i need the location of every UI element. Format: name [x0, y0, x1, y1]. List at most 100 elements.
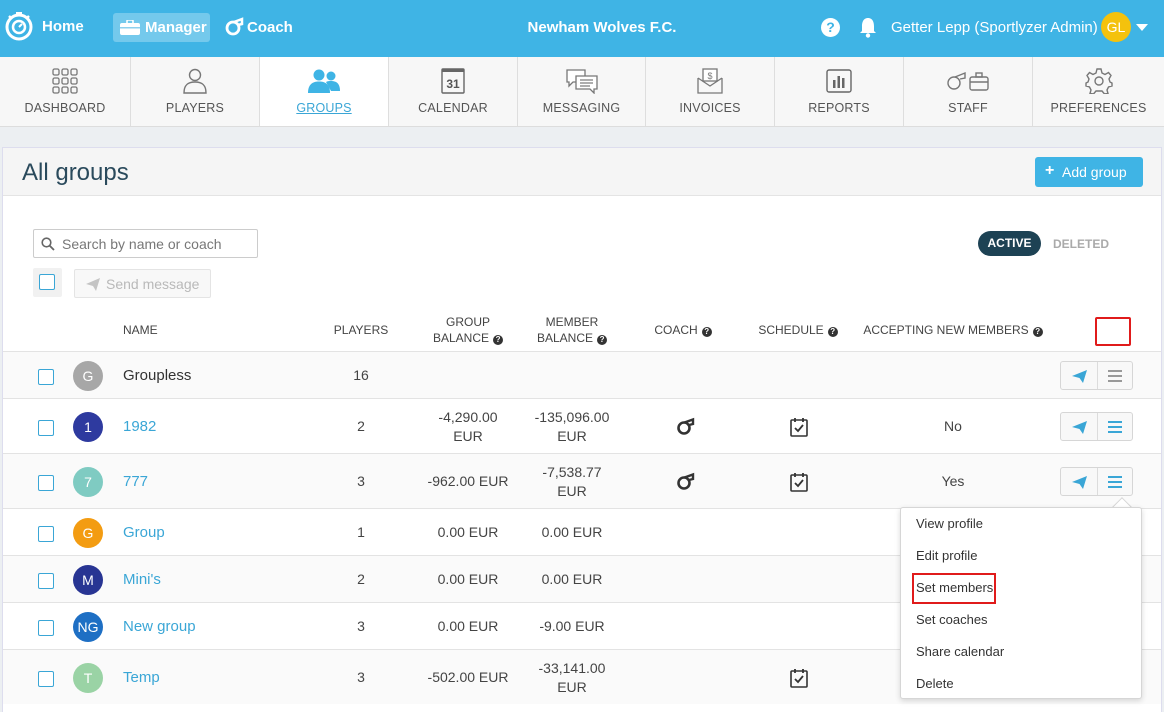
- member-balance-amount: -33,141.00: [538, 659, 606, 676]
- row-checkbox[interactable]: [38, 419, 54, 436]
- group-name-link: Groupless: [123, 366, 192, 384]
- group-balance: -962.00 EUR: [413, 472, 523, 491]
- help-icon[interactable]: ?: [827, 327, 838, 337]
- send-message-icon[interactable]: [1072, 475, 1087, 489]
- svg-text:31: 31: [446, 77, 460, 91]
- row-checkbox[interactable]: [38, 670, 54, 687]
- accepting-value: Yes: [941, 472, 965, 489]
- group-avatar: G: [73, 517, 103, 548]
- whistle-icon[interactable]: [224, 16, 244, 36]
- menu-icon[interactable]: [1108, 420, 1122, 433]
- col-accepting[interactable]: ACCEPTING NEW MEMBERS?: [863, 322, 1043, 338]
- calendar-check-icon: [790, 417, 808, 437]
- send-message-button[interactable]: Send message: [74, 269, 211, 298]
- search-box[interactable]: [33, 229, 258, 258]
- tab-groups[interactable]: GROUPS: [260, 57, 389, 126]
- manager-button[interactable]: Manager: [113, 13, 210, 42]
- menu-item-view-profile[interactable]: View profile: [916, 516, 983, 531]
- tab-invoices[interactable]: $ INVOICES: [646, 57, 775, 126]
- menu-item-share-calendar[interactable]: Share calendar: [916, 644, 1004, 659]
- row-checkbox[interactable]: [38, 368, 54, 385]
- send-message-icon[interactable]: [1072, 369, 1087, 383]
- tab-reports[interactable]: REPORTS: [775, 57, 904, 126]
- help-icon[interactable]: ?: [821, 18, 840, 37]
- coach-link[interactable]: Coach: [247, 19, 293, 36]
- filter-deleted-toggle[interactable]: DELETED: [1053, 237, 1109, 251]
- tab-label: MESSAGING: [542, 101, 621, 115]
- col-name[interactable]: NAME: [123, 322, 158, 338]
- help-icon[interactable]: ?: [597, 335, 608, 345]
- col-accepting-label: ACCEPTING NEW MEMBERS: [863, 323, 1029, 337]
- group-icon: [308, 69, 340, 93]
- row-checkbox[interactable]: [38, 525, 54, 542]
- whistle-icon: [677, 472, 695, 490]
- report-icon: [826, 69, 852, 93]
- tab-calendar[interactable]: 31 CALENDAR: [389, 57, 518, 126]
- tab-preferences[interactable]: PREFERENCES: [1033, 57, 1164, 126]
- group-name-link[interactable]: Mini's: [123, 571, 161, 588]
- row-actions: [1060, 466, 1133, 496]
- whistle-icon: [677, 417, 695, 435]
- menu-icon[interactable]: [1108, 475, 1122, 488]
- group-balance-amount: 0.00 EUR: [437, 570, 499, 587]
- tab-players[interactable]: PLAYERS: [131, 57, 260, 126]
- filter-active-toggle[interactable]: ACTIVE: [978, 231, 1041, 256]
- search-input[interactable]: [62, 234, 252, 254]
- paper-plane-icon: [86, 278, 100, 291]
- group-balance-amount: 0.00 EUR: [437, 617, 499, 634]
- group-avatar: T: [73, 662, 103, 693]
- select-all-wrapper: [33, 268, 62, 297]
- member-balance-currency: EUR: [557, 427, 587, 444]
- group-name-link[interactable]: 777: [123, 473, 148, 490]
- member-balance: -7,538.77 EUR: [517, 463, 627, 501]
- group-name-link[interactable]: 1982: [123, 418, 156, 435]
- calendar-icon: 31: [441, 68, 465, 94]
- menu-icon[interactable]: [1108, 369, 1122, 382]
- col-member-balance-label: BALANCE: [536, 331, 594, 345]
- chevron-down-icon[interactable]: [1136, 24, 1148, 31]
- col-member-balance[interactable]: MEMBER BALANCE?: [522, 314, 622, 346]
- tab-label: CALENDAR: [418, 101, 488, 115]
- home-link[interactable]: Home: [42, 18, 84, 35]
- send-message-icon[interactable]: [1072, 420, 1087, 434]
- group-name-link[interactable]: Temp: [123, 669, 160, 686]
- col-coach[interactable]: COACH?: [633, 322, 733, 338]
- help-icon[interactable]: ?: [1032, 327, 1043, 337]
- group-name-link[interactable]: New group: [123, 618, 196, 635]
- group-avatar: M: [73, 564, 103, 595]
- member-balance: -33,141.00 EUR: [517, 659, 627, 697]
- group-avatar: G: [73, 360, 103, 391]
- tab-staff[interactable]: STAFF: [904, 57, 1033, 126]
- tab-messaging[interactable]: MESSAGING: [518, 57, 646, 126]
- tab-label: STAFF: [948, 101, 988, 115]
- help-icon[interactable]: ?: [493, 335, 504, 345]
- row-checkbox[interactable]: [38, 572, 54, 589]
- col-schedule[interactable]: SCHEDULE?: [743, 322, 853, 338]
- user-name[interactable]: Getter Lepp (Sportlyzer Admin): [891, 19, 1098, 36]
- group-balance-amount: -962.00 EUR: [427, 472, 509, 489]
- select-all-checkbox[interactable]: [39, 274, 55, 290]
- menu-item-set-coaches[interactable]: Set coaches: [916, 612, 988, 627]
- menu-item-edit-profile[interactable]: Edit profile: [916, 548, 977, 563]
- row-actions: [1060, 411, 1133, 441]
- row-checkbox[interactable]: [38, 474, 54, 491]
- row-checkbox[interactable]: [38, 619, 54, 636]
- stopwatch-logo-icon[interactable]: [4, 11, 34, 41]
- gear-icon: [1084, 68, 1113, 94]
- user-avatar[interactable]: GL: [1101, 12, 1131, 42]
- menu-item-delete[interactable]: Delete: [916, 676, 954, 691]
- add-group-label: Add group: [1062, 164, 1127, 180]
- tab-dashboard[interactable]: DASHBOARD: [0, 57, 131, 126]
- col-players[interactable]: PLAYERS: [326, 322, 396, 338]
- search-icon: [41, 237, 55, 251]
- member-balance-amount: -135,096.00: [534, 408, 610, 425]
- group-name-link[interactable]: Group: [123, 524, 165, 541]
- col-group-balance[interactable]: GROUP BALANCE?: [418, 314, 518, 346]
- bell-icon[interactable]: [858, 17, 878, 38]
- chat-icon: [565, 69, 598, 94]
- group-balance: 0.00 EUR: [413, 617, 523, 636]
- add-group-button[interactable]: + Add group: [1035, 157, 1143, 187]
- players-count: 2: [357, 570, 365, 587]
- member-balance: -135,096.00 EUR: [517, 408, 627, 446]
- help-icon[interactable]: ?: [701, 327, 712, 337]
